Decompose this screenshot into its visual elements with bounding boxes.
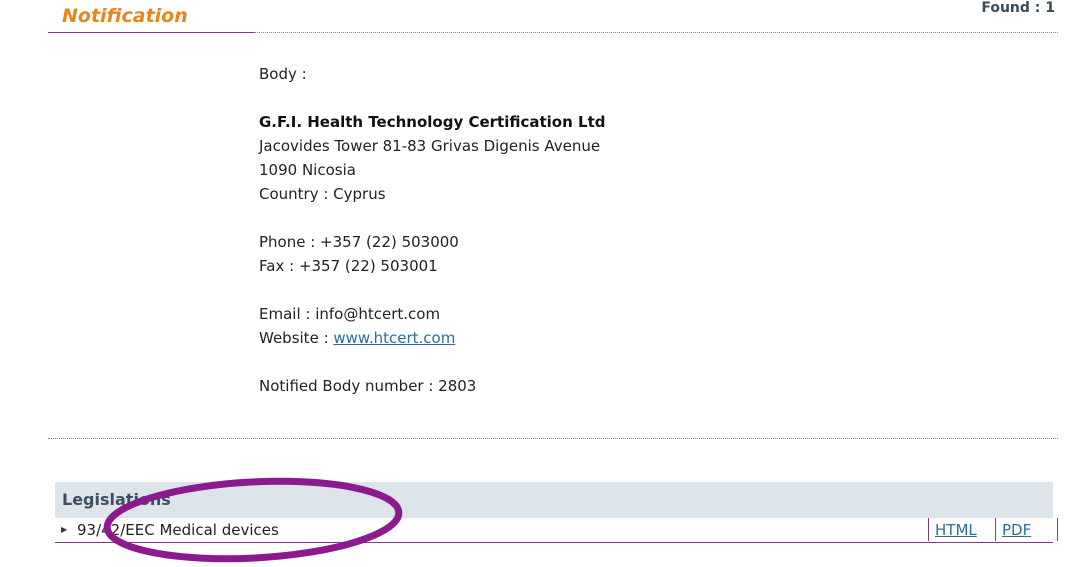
fax: Fax : +357 (22) 503001 bbox=[259, 257, 438, 275]
legislation-link[interactable]: 93/42/EEC Medical devices bbox=[77, 521, 279, 539]
email: Email : info@htcert.com bbox=[259, 305, 441, 323]
bullet-arrow-icon: ▶ bbox=[61, 525, 68, 534]
address-line-1: Jacovides Tower 81-83 Grivas Digenis Ave… bbox=[259, 137, 601, 155]
organization-name: G.F.I. Health Technology Certification L… bbox=[259, 113, 606, 131]
address-line-2: 1090 Nicosia bbox=[259, 161, 356, 179]
website-link[interactable]: www.htcert.com bbox=[333, 329, 455, 347]
notified-body-details: Body : G.F.I. Health Technology Certific… bbox=[259, 62, 605, 398]
country: Country : Cyprus bbox=[259, 185, 386, 203]
html-link[interactable]: HTML bbox=[928, 518, 993, 541]
website-row: Website : www.htcert.com bbox=[259, 326, 605, 350]
legislations-header: Legislations bbox=[55, 482, 1053, 518]
header-accent-line bbox=[48, 32, 254, 33]
body-label: Body : bbox=[259, 65, 307, 83]
website-label: Website : bbox=[259, 329, 334, 347]
legislation-row: ▶ 93/42/EEC Medical devices HTML PDF bbox=[55, 518, 1058, 543]
section-divider bbox=[48, 438, 1058, 439]
header-divider bbox=[254, 32, 1058, 33]
pdf-link[interactable]: PDF bbox=[995, 518, 1058, 541]
page-title: Notification bbox=[62, 5, 188, 27]
legislations-title: Legislations bbox=[62, 490, 171, 509]
results-count: Found : 1 bbox=[981, 0, 1055, 16]
phone: Phone : +357 (22) 503000 bbox=[259, 233, 459, 251]
notified-body-number: Notified Body number : 2803 bbox=[259, 377, 477, 395]
